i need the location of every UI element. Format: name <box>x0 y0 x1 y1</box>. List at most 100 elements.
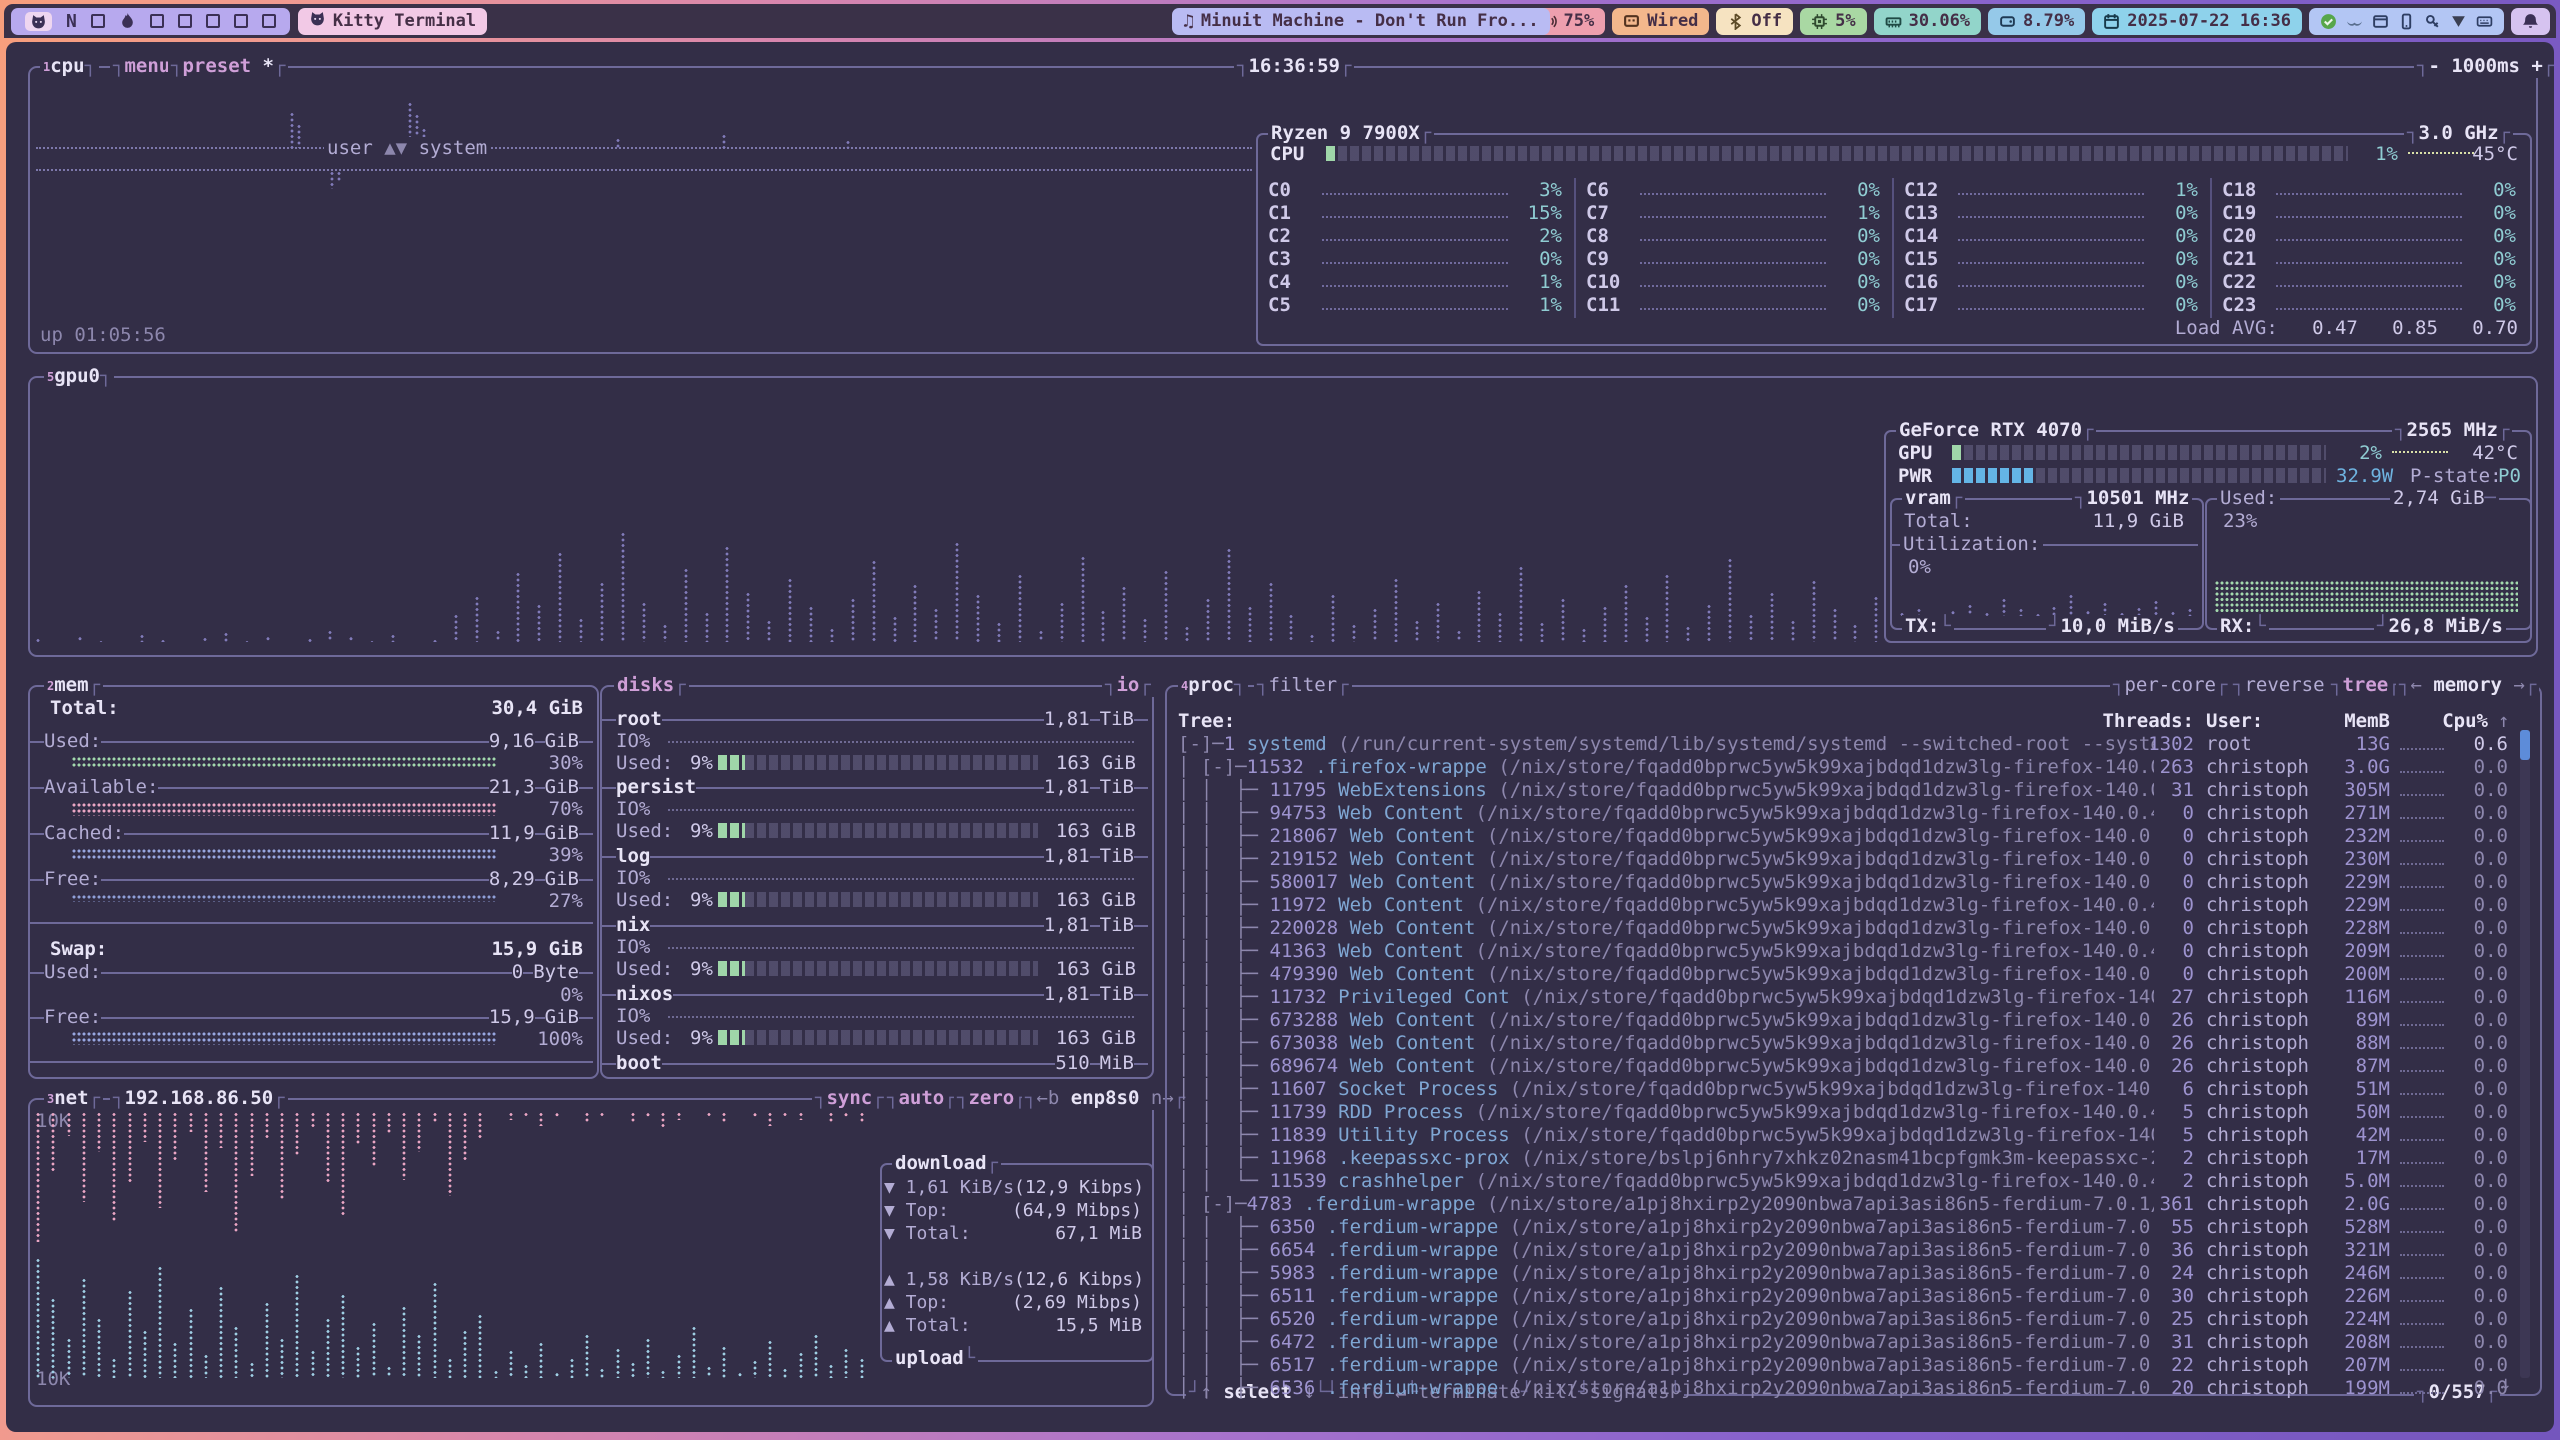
disk-used-pct: 9% <box>690 820 713 843</box>
workspace-item-5[interactable] <box>150 14 164 28</box>
process-row[interactable]: │ │ ├─ 11795 WebExtensions (/nix/store/f… <box>1171 779 2519 802</box>
net-zero-toggle[interactable]: ┐zero┌ <box>954 1087 1029 1110</box>
process-row[interactable]: │ [-]─11532 .firefox-wrappe (/nix/store/… <box>1171 756 2519 779</box>
net-info-row: ▼ 1,61 KiB/s(12,9 Kibps) <box>884 1176 1142 1199</box>
process-info: │ │ ├─ 11607 Socket Process (/nix/store/… <box>1178 1078 2154 1101</box>
window-title-pill[interactable]: Kitty Terminal <box>298 8 487 35</box>
workspace-item-2[interactable]: N <box>66 11 77 32</box>
workspace-item-8[interactable] <box>234 14 248 28</box>
process-row[interactable]: │ │ ├─ 41363 Web Content (/nix/store/fqa… <box>1171 940 2519 963</box>
process-row[interactable]: │ │ ├─ 479390 Web Content (/nix/store/fq… <box>1171 963 2519 986</box>
graph-column <box>768 1340 772 1378</box>
graph-column <box>860 1358 864 1378</box>
status-cpu-pill[interactable]: 5% <box>1800 8 1866 35</box>
process-row[interactable]: [-]─1 systemd (/run/current-system/syste… <box>1171 733 2519 756</box>
disk-name-row: root1,81TiB <box>602 708 1148 731</box>
process-row[interactable]: │ │ ├─ 219152 Web Content (/nix/store/fq… <box>1171 848 2519 871</box>
process-row[interactable]: │ [-]─4783 .ferdium-wrappe (/nix/store/a… <box>1171 1193 2519 1216</box>
tray-key-icon[interactable] <box>2424 13 2441 30</box>
process-row[interactable]: │ │ ├─ 11607 Socket Process (/nix/store/… <box>1171 1078 2519 1101</box>
graph-column <box>448 1358 452 1378</box>
disk-used-pct: 9% <box>690 889 713 912</box>
proc-header-tree[interactable]: Tree: <box>1178 710 1235 733</box>
net-sync-toggle[interactable]: ┐sync┌ <box>812 1087 887 1110</box>
workspace-item-3[interactable] <box>91 14 105 28</box>
net-iface-switcher[interactable]: ┐←b enp8s0 n→┌ <box>1022 1087 1188 1110</box>
graph-column <box>1791 620 1795 642</box>
tray-mustache-icon[interactable] <box>2346 13 2363 30</box>
scroll-up-indicator[interactable]: ↑ <box>2498 710 2509 733</box>
update-interval-control[interactable]: ┐- 1000ms +┌ <box>2414 55 2554 78</box>
process-row[interactable]: │ │ ├─ 6536 .ferdium-wrappe (/nix/store/… <box>1171 1377 2519 1400</box>
process-row[interactable]: │ │ ├─ 689674 Web Content (/nix/store/fq… <box>1171 1055 2519 1078</box>
cat-icon <box>309 10 326 32</box>
graph-column <box>738 1372 742 1378</box>
process-row[interactable]: │ │ ├─ 11839 Utility Process (/nix/store… <box>1171 1124 2519 1147</box>
proc-header-cpu[interactable]: Cpu% <box>2404 710 2488 733</box>
proc-header-threads[interactable]: Threads: <box>2094 710 2194 733</box>
process-row[interactable]: │ │ └─ 11539 crashhelper (/nix/store/fqa… <box>1171 1170 2519 1193</box>
workspace-item-9[interactable] <box>262 14 276 28</box>
process-row[interactable]: │ │ ├─ 6517 .ferdium-wrappe (/nix/store/… <box>1171 1354 2519 1377</box>
tray-keyboard-icon[interactable] <box>2476 13 2493 30</box>
process-row[interactable]: │ │ ├─ 580017 Web Content (/nix/store/fq… <box>1171 871 2519 894</box>
notification-bell-pill[interactable] <box>2511 8 2550 35</box>
process-row[interactable]: │ │ ├─ 6654 .ferdium-wrappe (/nix/store/… <box>1171 1239 2519 1262</box>
graph-column <box>1436 602 1440 642</box>
status-bluetooth-pill[interactable]: Off <box>1716 8 1793 35</box>
process-row[interactable]: │ │ ├─ 220028 Web Content (/nix/store/fq… <box>1171 917 2519 940</box>
process-row[interactable]: │ │ ├─ 11968 .keepassxc-prox (/nix/store… <box>1171 1147 2519 1170</box>
core-sparkline <box>1322 216 1508 218</box>
process-row[interactable]: │ │ ├─ 6511 .ferdium-wrappe (/nix/store/… <box>1171 1285 2519 1308</box>
process-row[interactable]: │ │ ├─ 11739 RDD Process (/nix/store/fqa… <box>1171 1101 2519 1124</box>
process-info: │ │ ├─ 6472 .ferdium-wrappe (/nix/store/… <box>1178 1331 2154 1354</box>
workspace-item-7[interactable] <box>206 14 220 28</box>
proc-header-user[interactable]: User: <box>2206 710 2263 733</box>
process-mem: 208M <box>2320 1331 2390 1354</box>
process-row[interactable]: │ │ ├─ 673288 Web Content (/nix/store/fq… <box>1171 1009 2519 1032</box>
tray-check-icon[interactable] <box>2320 13 2337 30</box>
sort-column-switcher[interactable]: ┐← memory →┌ <box>2396 674 2539 697</box>
net-auto-toggle[interactable]: ┐auto┌ <box>884 1087 959 1110</box>
process-row[interactable]: │ │ ├─ 6350 .ferdium-wrappe (/nix/store/… <box>1171 1216 2519 1239</box>
graph-column <box>2002 598 2006 616</box>
status-memory-pill[interactable]: 30.06% <box>1874 8 1981 35</box>
core-usage: 0% <box>1830 271 1880 294</box>
reverse-toggle[interactable]: ┐reverse┌ <box>2230 674 2339 697</box>
process-row[interactable]: │ │ ├─ 6520 .ferdium-wrappe (/nix/store/… <box>1171 1308 2519 1331</box>
tray-phone-icon[interactable] <box>2398 13 2415 30</box>
io-toggle[interactable]: ┐io┌ <box>1102 674 1154 697</box>
disk-used-value: 163 GiB <box>1026 1027 1136 1050</box>
process-row[interactable]: │ │ ├─ 11732 Privileged Cont (/nix/store… <box>1171 986 2519 1009</box>
proc-header-mem[interactable]: MemB <box>2310 710 2390 733</box>
tray-window-icon[interactable] <box>2372 13 2389 30</box>
preset-button[interactable]: ┐preset *┌ <box>168 55 288 78</box>
status-network-pill[interactable]: Wired <box>1612 8 1709 35</box>
process-row[interactable]: │ │ ├─ 5983 .ferdium-wrappe (/nix/store/… <box>1171 1262 2519 1285</box>
workspace-item-6[interactable] <box>178 14 192 28</box>
status-clock-pill[interactable]: 2025-07-22 16:36 <box>2092 8 2302 35</box>
core-usage: 15% <box>1512 202 1562 225</box>
process-row[interactable]: │ │ ├─ 94753 Web Content (/nix/store/fqa… <box>1171 802 2519 825</box>
graph-column <box>1853 624 1857 642</box>
tray-vpn-icon[interactable] <box>2450 13 2467 30</box>
process-row[interactable]: │ │ ├─ 6472 .ferdium-wrappe (/nix/store/… <box>1171 1331 2519 1354</box>
workspace-item-1[interactable] <box>25 12 52 31</box>
workspace-item-4[interactable] <box>119 13 136 30</box>
tree-toggle[interactable]: ┐tree┌ <box>2328 674 2403 697</box>
process-row[interactable]: │ │ ├─ 218067 Web Content (/nix/store/fq… <box>1171 825 2519 848</box>
status-disk-pill[interactable]: 8.79% <box>1988 8 2085 35</box>
proc-scrollbar-thumb[interactable] <box>2520 730 2530 760</box>
process-row[interactable]: │ │ ├─ 11972 Web Content (/nix/store/fqa… <box>1171 894 2519 917</box>
download-box-title: download┌ <box>892 1152 1001 1175</box>
graph-column <box>1227 548 1231 642</box>
filter-button[interactable]: ┐filter┌ <box>1254 674 1352 697</box>
music-pill[interactable]: ♫ Minuit Machine - Don't Run Fro... <box>1172 8 1550 35</box>
per-core-toggle[interactable]: ┐per-core┌ <box>2110 674 2230 697</box>
process-mem: 232M <box>2320 825 2390 848</box>
graph-column <box>36 1258 40 1378</box>
proc-scrollbar-track[interactable] <box>2520 730 2530 1378</box>
process-row[interactable]: │ │ ├─ 673038 Web Content (/nix/store/fq… <box>1171 1032 2519 1055</box>
graph-column <box>2036 613 2040 616</box>
graph-column <box>1749 614 1753 642</box>
